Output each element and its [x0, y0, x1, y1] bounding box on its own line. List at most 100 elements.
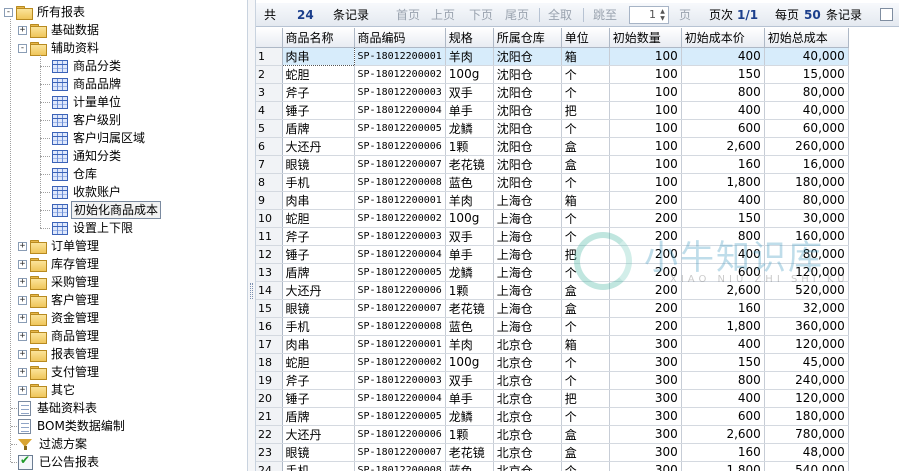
table-cell[interactable]: 780,000	[764, 425, 849, 444]
table-cell[interactable]: 北京仓	[493, 461, 562, 471]
table-cell[interactable]: 200	[609, 191, 682, 210]
table-cell[interactable]: 1,800	[681, 461, 765, 471]
table-cell[interactable]: SP-18012200007	[354, 443, 446, 462]
table-cell[interactable]: 双手	[445, 83, 494, 102]
table-cell[interactable]: 沈阳仓	[493, 173, 562, 192]
table-cell[interactable]: 蓝色	[445, 173, 494, 192]
table-cell[interactable]: SP-18012200002	[354, 65, 446, 84]
table-row[interactable]: 5 盾牌 SP-18012200005 龙鳞 沈阳仓个 100 600 60,000	[256, 119, 849, 138]
tree-item-extra[interactable]: BOM类数据编制	[18, 417, 127, 435]
table-cell[interactable]: 100g	[445, 65, 494, 84]
tree-item-extra[interactable]: 过滤方案	[18, 435, 89, 453]
table-cell[interactable]: 老花镜	[445, 299, 494, 318]
column-header[interactable]: 商品名称	[282, 28, 355, 48]
panel-splitter[interactable]	[248, 0, 256, 471]
table-cell[interactable]: 盒	[561, 299, 610, 318]
table-cell[interactable]: 把	[561, 101, 610, 120]
table-cell[interactable]: 肉串	[282, 335, 355, 354]
tree-item-group[interactable]: + 商品管理	[18, 327, 101, 345]
table-cell[interactable]: 100g	[445, 209, 494, 228]
table-cell[interactable]: 单手	[445, 389, 494, 408]
select-all-button[interactable]: 全取	[548, 7, 572, 23]
table-cell[interactable]: 沈阳仓	[493, 155, 562, 174]
table-row[interactable]: 2 蛇胆 SP-18012200002 100g 沈阳仓个 100 150 15,000	[256, 65, 849, 84]
table-cell[interactable]: SP-18012200001	[354, 191, 446, 210]
table-cell[interactable]: 80,000	[764, 191, 849, 210]
table-cell[interactable]: 箱	[561, 191, 610, 210]
table-cell[interactable]: 单手	[445, 101, 494, 120]
table-cell[interactable]: 盾牌	[282, 263, 355, 282]
table-cell[interactable]: 上海仓	[493, 209, 562, 228]
table-cell[interactable]: 300	[609, 425, 682, 444]
table-cell[interactable]: 32,000	[764, 299, 849, 318]
table-cell[interactable]: 沈阳仓	[493, 101, 562, 120]
tree-item-group[interactable]: + 报表管理	[18, 345, 101, 363]
table-cell[interactable]: 上海仓	[493, 263, 562, 282]
table-cell[interactable]: 眼镜	[282, 443, 355, 462]
table-cell[interactable]: 盒	[561, 137, 610, 156]
table-cell[interactable]: 大还丹	[282, 281, 355, 300]
expand-icon[interactable]: +	[18, 367, 27, 377]
tree-item-group[interactable]: + 支付管理	[18, 363, 101, 381]
table-cell[interactable]: SP-18012200006	[354, 425, 446, 444]
table-cell[interactable]: 80,000	[764, 245, 849, 264]
table-cell[interactable]: 260,000	[764, 137, 849, 156]
table-cell[interactable]: 蛇胆	[282, 209, 355, 228]
table-cell[interactable]: 600	[681, 263, 765, 282]
splitter-grip[interactable]	[250, 283, 253, 299]
table-cell[interactable]: 手机	[282, 461, 355, 471]
table-cell[interactable]: 200	[609, 299, 682, 318]
next-page-button[interactable]: 下页	[469, 7, 493, 23]
table-row[interactable]: 6 大还丹 SP-18012200006 1颗 沈阳仓盒 100 2,600 260,000	[256, 137, 849, 156]
table-cell[interactable]: 800	[681, 227, 765, 246]
table-cell[interactable]: SP-18012200008	[354, 317, 446, 336]
column-header[interactable]: 单位	[561, 28, 610, 48]
column-header[interactable]: 商品编码	[354, 28, 446, 48]
table-cell[interactable]: 北京仓	[493, 425, 562, 444]
tree-item-aux-child[interactable]: 商品品牌	[52, 75, 123, 93]
table-cell[interactable]: 800	[681, 371, 765, 390]
table-cell[interactable]: 200	[609, 209, 682, 228]
table-cell[interactable]: 个	[561, 65, 610, 84]
table-cell[interactable]: 540,000	[764, 461, 849, 471]
tree-item-aux-child[interactable]: 收款账户	[52, 183, 123, 201]
table-cell[interactable]: 300	[609, 389, 682, 408]
table-cell[interactable]: 100	[609, 173, 682, 192]
table-cell[interactable]: 眼镜	[282, 155, 355, 174]
table-row[interactable]: 3 斧子 SP-18012200003 双手 沈阳仓个 100 800 80,000	[256, 83, 849, 102]
table-cell[interactable]: 100	[609, 65, 682, 84]
expand-icon[interactable]: +	[18, 241, 27, 251]
tree-item-group[interactable]: + 其它	[18, 381, 77, 399]
table-cell[interactable]: 2,600	[681, 137, 765, 156]
table-cell[interactable]: 300	[609, 461, 682, 471]
table-cell[interactable]: 400	[681, 101, 765, 120]
table-cell[interactable]: 把	[561, 389, 610, 408]
table-cell[interactable]: 1颗	[445, 425, 494, 444]
table-cell[interactable]: 800	[681, 83, 765, 102]
table-cell[interactable]: SP-18012200008	[354, 173, 446, 192]
column-header[interactable]: 所属仓库	[493, 28, 562, 48]
table-cell[interactable]: 300	[609, 335, 682, 354]
table-cell[interactable]: SP-18012200001	[354, 47, 446, 66]
first-page-button[interactable]: 首页	[396, 7, 420, 23]
table-cell[interactable]: SP-18012200006	[354, 281, 446, 300]
table-row[interactable]: 24 手机 SP-18012200008 蓝色 北京仓个 300 1,800 540,000	[256, 461, 849, 471]
table-cell[interactable]: 100	[609, 137, 682, 156]
table-cell[interactable]: 斧子	[282, 83, 355, 102]
table-cell[interactable]: 400	[681, 47, 765, 66]
table-cell[interactable]: 盒	[561, 155, 610, 174]
table-cell[interactable]: 120,000	[764, 389, 849, 408]
table-cell[interactable]: 120,000	[764, 335, 849, 354]
table-cell[interactable]: 北京仓	[493, 353, 562, 372]
table-row[interactable]: 8 手机 SP-18012200008 蓝色 沈阳仓个 100 1,800 180,000	[256, 173, 849, 192]
table-cell[interactable]: 盾牌	[282, 119, 355, 138]
column-header[interactable]: 初始成本价	[681, 28, 765, 48]
table-cell[interactable]: SP-18012200003	[354, 83, 446, 102]
table-cell[interactable]: 盒	[561, 425, 610, 444]
column-header[interactable]: 初始数量	[609, 28, 682, 48]
table-cell[interactable]: 520,000	[764, 281, 849, 300]
table-cell[interactable]: 上海仓	[493, 191, 562, 210]
table-cell[interactable]: 羊肉	[445, 191, 494, 210]
page-number-input[interactable]: 1 ▲ ▼	[629, 6, 669, 24]
tree-item-basic-data[interactable]: + 基础数据	[18, 21, 101, 39]
